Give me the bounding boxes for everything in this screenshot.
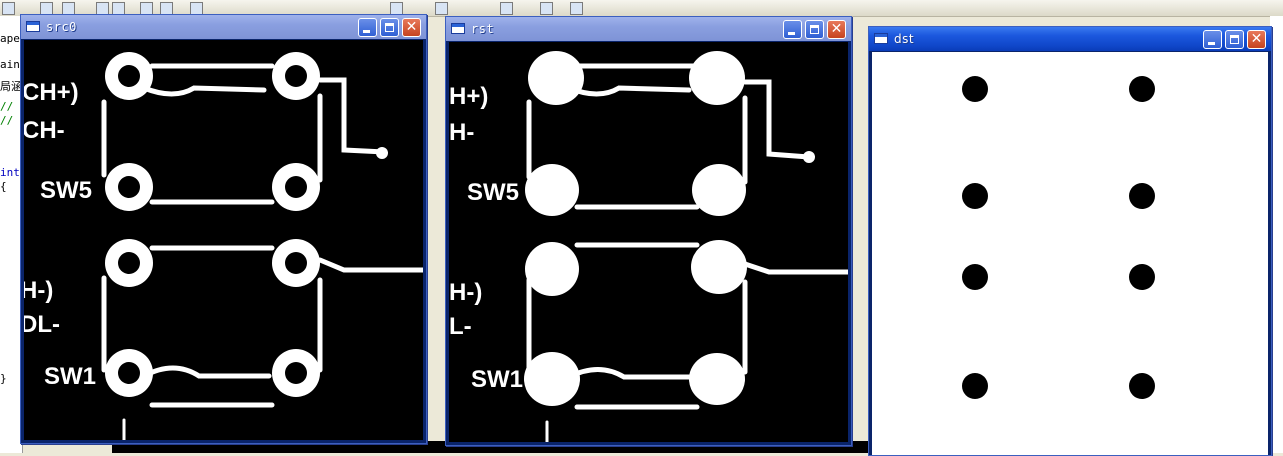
- toolbar-icon[interactable]: [435, 2, 448, 15]
- pcb-label: SW5: [467, 179, 519, 206]
- window-dst[interactable]: dst ✕: [868, 26, 1272, 456]
- minimize-button[interactable]: [358, 18, 377, 37]
- window-icon: [451, 23, 465, 34]
- maximize-button[interactable]: [1225, 30, 1244, 49]
- code-fragment: ain: [0, 58, 20, 71]
- image-rst: H+) H- SW5 H-) L- SW1: [449, 42, 848, 442]
- pcb-label: H+): [449, 83, 488, 110]
- toolbar-icon[interactable]: [570, 2, 583, 15]
- close-button[interactable]: ✕: [827, 20, 846, 39]
- pcb-label: SW1: [44, 363, 96, 390]
- titlebar-src0[interactable]: src0 ✕: [21, 15, 426, 39]
- close-button[interactable]: ✕: [402, 18, 421, 37]
- pcb-label: H-): [449, 279, 482, 306]
- minimize-button[interactable]: [783, 20, 802, 39]
- window-src0[interactable]: src0 ✕ CH+) CH- SW5 H-) DL- SW1: [20, 14, 427, 444]
- pcb-label: SW1: [471, 366, 523, 393]
- code-fragment: //: [0, 100, 14, 113]
- dot: [1129, 183, 1155, 209]
- pcb-label: DL-: [24, 311, 60, 338]
- window-icon: [874, 33, 888, 44]
- pcb-label: SW5: [40, 177, 92, 204]
- code-fragment: //: [0, 114, 14, 127]
- pcb-label: CH-: [24, 117, 65, 144]
- code-fragment: int: [0, 166, 20, 179]
- image-dst: [872, 52, 1268, 455]
- toolbar-icon[interactable]: [540, 2, 553, 15]
- dot: [962, 76, 988, 102]
- minimize-button[interactable]: [1203, 30, 1222, 49]
- dot: [1129, 264, 1155, 290]
- close-button[interactable]: ✕: [1247, 30, 1266, 49]
- dot: [1129, 373, 1155, 399]
- toolbar-icon[interactable]: [2, 2, 15, 15]
- pcb-label: H-: [449, 119, 474, 146]
- pcb-label: H-): [24, 277, 53, 304]
- maximize-button[interactable]: [805, 20, 824, 39]
- image-src0: CH+) CH- SW5 H-) DL- SW1: [24, 40, 423, 440]
- window-icon: [26, 21, 40, 32]
- pcb-label: CH+): [24, 79, 79, 106]
- code-fragment: }: [0, 372, 7, 385]
- dot: [1129, 76, 1155, 102]
- titlebar-dst[interactable]: dst ✕: [869, 27, 1271, 51]
- maximize-button[interactable]: [380, 18, 399, 37]
- code-fragment: 局涵: [0, 80, 22, 93]
- titlebar-rst[interactable]: rst ✕: [446, 17, 851, 41]
- pcb-label: L-: [449, 313, 472, 340]
- toolbar-icon[interactable]: [500, 2, 513, 15]
- window-title: src0: [46, 20, 77, 34]
- dot: [962, 264, 988, 290]
- dot: [962, 373, 988, 399]
- window-title: rst: [471, 22, 495, 36]
- window-rst[interactable]: rst ✕ H+) H- SW5 H-) L- SW1: [445, 16, 852, 446]
- code-fragment: {: [0, 180, 7, 193]
- window-title: dst: [894, 32, 915, 46]
- dot: [962, 183, 988, 209]
